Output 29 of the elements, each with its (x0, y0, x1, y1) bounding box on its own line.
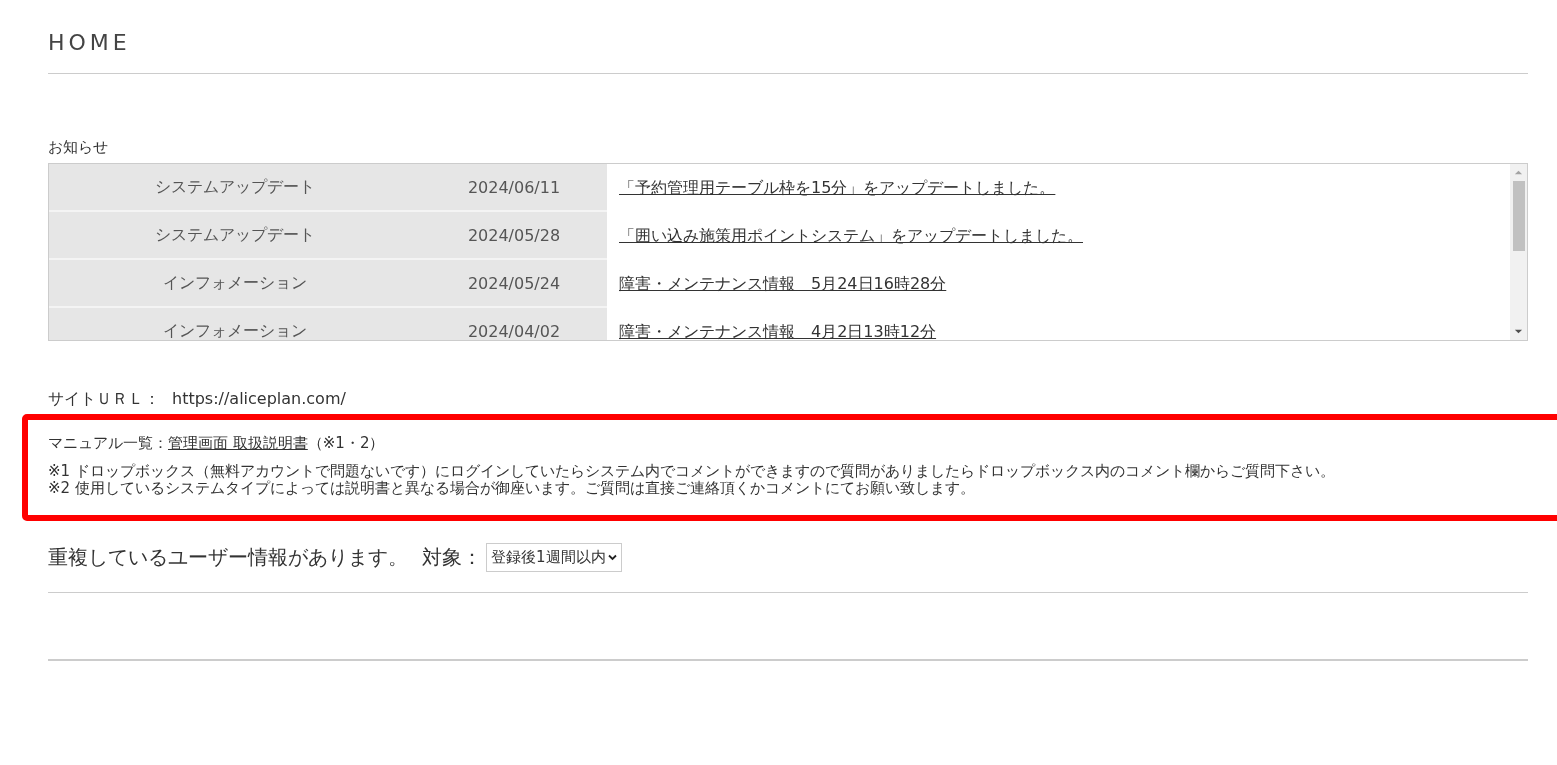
target-select[interactable]: 登録後1週間以内 (486, 543, 622, 573)
page-title: HOME (48, 30, 1528, 74)
category-cell: システムアップデート (49, 164, 421, 212)
date-cell: 2024/04/02 (421, 308, 607, 340)
date-cell: 2024/06/11 (421, 164, 607, 212)
scroll-up-icon[interactable] (1514, 168, 1523, 177)
note-text: ※2 使用しているシステムタイプによっては説明書と異なる場合が御座います。ご質問は直接ご連絡頂くかコメントにてお願い致します。 (48, 480, 976, 498)
manual-link[interactable]: 管理画面 取扱説明書 (168, 434, 308, 452)
duplicate-message: 重複しているユーザー情報があります。 (48, 544, 408, 572)
scrollbar[interactable] (1510, 164, 1527, 340)
date-cell: 2024/05/24 (421, 260, 607, 308)
manual-note-mark: （※1・2） (307, 434, 385, 452)
site-url-label: サイトＵＲＬ： (48, 389, 160, 410)
site-url: https://aliceplan.com/ (172, 389, 346, 410)
date-cell: 2024/05/28 (421, 212, 607, 260)
section-heading: お知らせ (48, 138, 109, 157)
notice-link[interactable]: 障害・メンテナンス情報 5月24日16時28分 (619, 273, 947, 295)
note-text: ※1 ドロップボックス（無料アカウントで問題ないです）にログインしていたらシステム内でコメントができますので質問がありましたらドロップボックス内のコメント欄からご質問下さい。 (48, 462, 1336, 480)
category-cell: インフォメーション (49, 260, 421, 308)
category-cell: システムアップデート (49, 212, 421, 260)
notice-link[interactable]: 障害・メンテナンス情報 4月2日13時12分 (619, 321, 937, 340)
category-cell: インフォメーション (49, 308, 421, 340)
chevron-down-icon (607, 554, 617, 562)
manual-label: マニュアル一覧： (48, 434, 168, 452)
scrollbar-thumb[interactable] (1512, 181, 1525, 251)
notice-link[interactable]: 「予約管理用テーブル枠を15分」をアップデートしました。 (619, 177, 1056, 199)
scroll-down-icon[interactable] (1514, 327, 1523, 336)
notice-link[interactable]: 「囲い込み施策用ポイントシステム」をアップデートしました。 (619, 225, 1083, 247)
target-label: 対象： (422, 544, 482, 572)
